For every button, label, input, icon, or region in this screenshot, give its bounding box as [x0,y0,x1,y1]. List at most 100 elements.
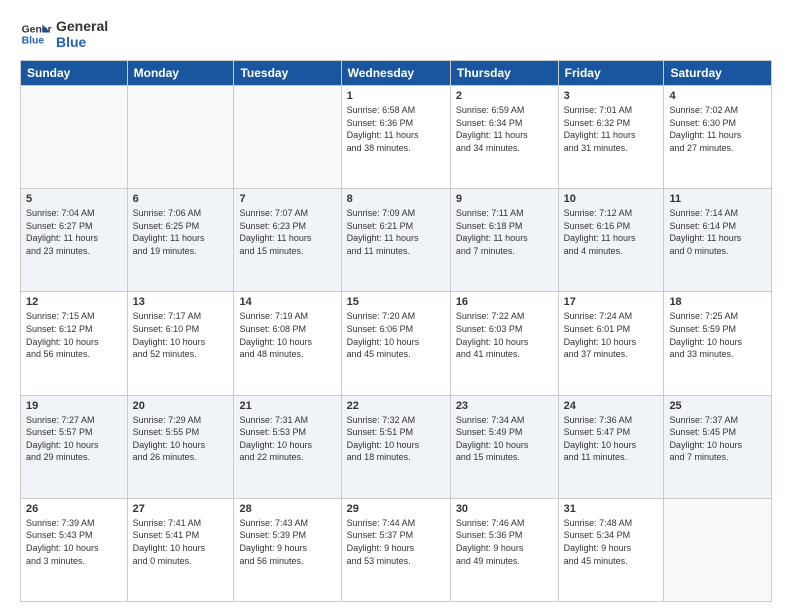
svg-text:Blue: Blue [22,36,45,47]
header: General Blue General Blue [20,18,772,50]
day-number: 12 [26,296,122,308]
day-number: 15 [347,296,445,308]
day-number: 24 [564,400,659,412]
calendar-cell: 2 Sunrise: 6:59 AM Sunset: 6:34 PM Daylig… [450,86,558,189]
weekday-header-row: SundayMondayTuesdayWednesdayThursdayFrid… [21,61,772,86]
day-info: Sunrise: 7:46 AM Sunset: 5:36 PM Dayligh… [456,517,553,567]
day-number: 17 [564,296,659,308]
calendar-cell: 8 Sunrise: 7:09 AM Sunset: 6:21 PM Daylig… [341,189,450,292]
calendar-cell: 26 Sunrise: 7:39 AM Sunset: 5:43 PM Dayli… [21,498,128,601]
calendar-cell [664,498,772,601]
day-number: 28 [239,503,335,515]
calendar-cell: 19Sunrise: 7:27 AM Sunset: 5:57 PM Dayli… [21,395,128,498]
day-info: Sunrise: 7:15 AM Sunset: 6:12 PM Dayligh… [26,310,122,360]
logo-icon: General Blue [20,18,52,50]
day-number: 7 [239,193,335,205]
day-number: 30 [456,503,553,515]
weekday-header-thursday: Thursday [450,61,558,86]
day-info: Sunrise: 7:17 AM Sunset: 6:10 PM Dayligh… [133,310,229,360]
day-number: 31 [564,503,659,515]
calendar-cell: 4Sunrise: 7:02 AM Sunset: 6:30 PM Daylig… [664,86,772,189]
day-number: 25 [669,400,766,412]
calendar-cell [21,86,128,189]
week-row-2: 5 Sunrise: 7:04 AM Sunset: 6:27 PM Daylig… [21,189,772,292]
day-info: Sunrise: 7:25 AM Sunset: 5:59 PM Dayligh… [669,310,766,360]
day-info: Sunrise: 7:43 AM Sunset: 5:39 PM Dayligh… [239,517,335,567]
calendar-cell [127,86,234,189]
week-row-1: 1Sunrise: 6:58 AM Sunset: 6:36 PM Daylig… [21,86,772,189]
calendar-cell: 20 Sunrise: 7:29 AM Sunset: 5:55 PM Dayli… [127,395,234,498]
day-number: 29 [347,503,445,515]
day-info: Sunrise: 7:36 AM Sunset: 5:47 PM Dayligh… [564,414,659,464]
day-info: Sunrise: 7:20 AM Sunset: 6:06 PM Dayligh… [347,310,445,360]
weekday-header-friday: Friday [558,61,664,86]
calendar-cell: 9 Sunrise: 7:11 AM Sunset: 6:18 PM Daylig… [450,189,558,292]
day-number: 18 [669,296,766,308]
day-info: Sunrise: 7:29 AM Sunset: 5:55 PM Dayligh… [133,414,229,464]
day-info: Sunrise: 7:32 AM Sunset: 5:51 PM Dayligh… [347,414,445,464]
page: General Blue General Blue SundayMondayTu… [0,0,792,612]
day-number: 20 [133,400,229,412]
calendar-cell: 25 Sunrise: 7:37 AM Sunset: 5:45 PM Dayli… [664,395,772,498]
day-info: Sunrise: 7:01 AM Sunset: 6:32 PM Dayligh… [564,104,659,154]
day-number: 27 [133,503,229,515]
day-number: 1 [347,90,445,102]
logo: General Blue General Blue [20,18,108,50]
day-number: 8 [347,193,445,205]
calendar-cell: 10 Sunrise: 7:12 AM Sunset: 6:16 PM Dayli… [558,189,664,292]
calendar-cell: 30 Sunrise: 7:46 AM Sunset: 5:36 PM Dayli… [450,498,558,601]
calendar-cell: 22 Sunrise: 7:32 AM Sunset: 5:51 PM Dayli… [341,395,450,498]
day-info: Sunrise: 7:19 AM Sunset: 6:08 PM Dayligh… [239,310,335,360]
calendar-cell: 24 Sunrise: 7:36 AM Sunset: 5:47 PM Dayli… [558,395,664,498]
day-number: 22 [347,400,445,412]
day-info: Sunrise: 7:24 AM Sunset: 6:01 PM Dayligh… [564,310,659,360]
calendar-cell: 21Sunrise: 7:31 AM Sunset: 5:53 PM Dayli… [234,395,341,498]
day-number: 3 [564,90,659,102]
day-info: Sunrise: 7:11 AM Sunset: 6:18 PM Dayligh… [456,207,553,257]
calendar-cell: 29 Sunrise: 7:44 AM Sunset: 5:37 PM Dayli… [341,498,450,601]
calendar-cell: 3 Sunrise: 7:01 AM Sunset: 6:32 PM Daylig… [558,86,664,189]
calendar-cell: 18 Sunrise: 7:25 AM Sunset: 5:59 PM Dayli… [664,292,772,395]
day-number: 2 [456,90,553,102]
day-info: Sunrise: 7:39 AM Sunset: 5:43 PM Dayligh… [26,517,122,567]
day-number: 23 [456,400,553,412]
day-info: Sunrise: 7:44 AM Sunset: 5:37 PM Dayligh… [347,517,445,567]
day-number: 14 [239,296,335,308]
day-info: Sunrise: 7:07 AM Sunset: 6:23 PM Dayligh… [239,207,335,257]
calendar-cell: 1Sunrise: 6:58 AM Sunset: 6:36 PM Daylig… [341,86,450,189]
day-info: Sunrise: 7:09 AM Sunset: 6:21 PM Dayligh… [347,207,445,257]
day-info: Sunrise: 7:02 AM Sunset: 6:30 PM Dayligh… [669,104,766,154]
day-info: Sunrise: 7:27 AM Sunset: 5:57 PM Dayligh… [26,414,122,464]
day-number: 10 [564,193,659,205]
calendar-cell: 13 Sunrise: 7:17 AM Sunset: 6:10 PM Dayli… [127,292,234,395]
weekday-header-tuesday: Tuesday [234,61,341,86]
day-info: Sunrise: 7:04 AM Sunset: 6:27 PM Dayligh… [26,207,122,257]
day-number: 26 [26,503,122,515]
calendar-cell: 7 Sunrise: 7:07 AM Sunset: 6:23 PM Daylig… [234,189,341,292]
weekday-header-sunday: Sunday [21,61,128,86]
calendar-cell: 5 Sunrise: 7:04 AM Sunset: 6:27 PM Daylig… [21,189,128,292]
week-row-4: 19Sunrise: 7:27 AM Sunset: 5:57 PM Dayli… [21,395,772,498]
day-number: 21 [239,400,335,412]
calendar-cell: 17 Sunrise: 7:24 AM Sunset: 6:01 PM Dayli… [558,292,664,395]
calendar: SundayMondayTuesdayWednesdayThursdayFrid… [20,60,772,602]
day-info: Sunrise: 7:37 AM Sunset: 5:45 PM Dayligh… [669,414,766,464]
day-number: 5 [26,193,122,205]
day-number: 11 [669,193,766,205]
week-row-5: 26 Sunrise: 7:39 AM Sunset: 5:43 PM Dayli… [21,498,772,601]
day-number: 13 [133,296,229,308]
weekday-header-wednesday: Wednesday [341,61,450,86]
day-info: Sunrise: 7:34 AM Sunset: 5:49 PM Dayligh… [456,414,553,464]
day-number: 16 [456,296,553,308]
day-info: Sunrise: 7:41 AM Sunset: 5:41 PM Dayligh… [133,517,229,567]
calendar-cell: 23 Sunrise: 7:34 AM Sunset: 5:49 PM Dayli… [450,395,558,498]
calendar-cell: 14 Sunrise: 7:19 AM Sunset: 6:08 PM Dayli… [234,292,341,395]
day-number: 9 [456,193,553,205]
calendar-cell: 11Sunrise: 7:14 AM Sunset: 6:14 PM Dayli… [664,189,772,292]
day-info: Sunrise: 6:59 AM Sunset: 6:34 PM Dayligh… [456,104,553,154]
calendar-cell: 15 Sunrise: 7:20 AM Sunset: 6:06 PM Dayli… [341,292,450,395]
day-info: Sunrise: 7:12 AM Sunset: 6:16 PM Dayligh… [564,207,659,257]
day-info: Sunrise: 7:06 AM Sunset: 6:25 PM Dayligh… [133,207,229,257]
calendar-cell [234,86,341,189]
weekday-header-saturday: Saturday [664,61,772,86]
